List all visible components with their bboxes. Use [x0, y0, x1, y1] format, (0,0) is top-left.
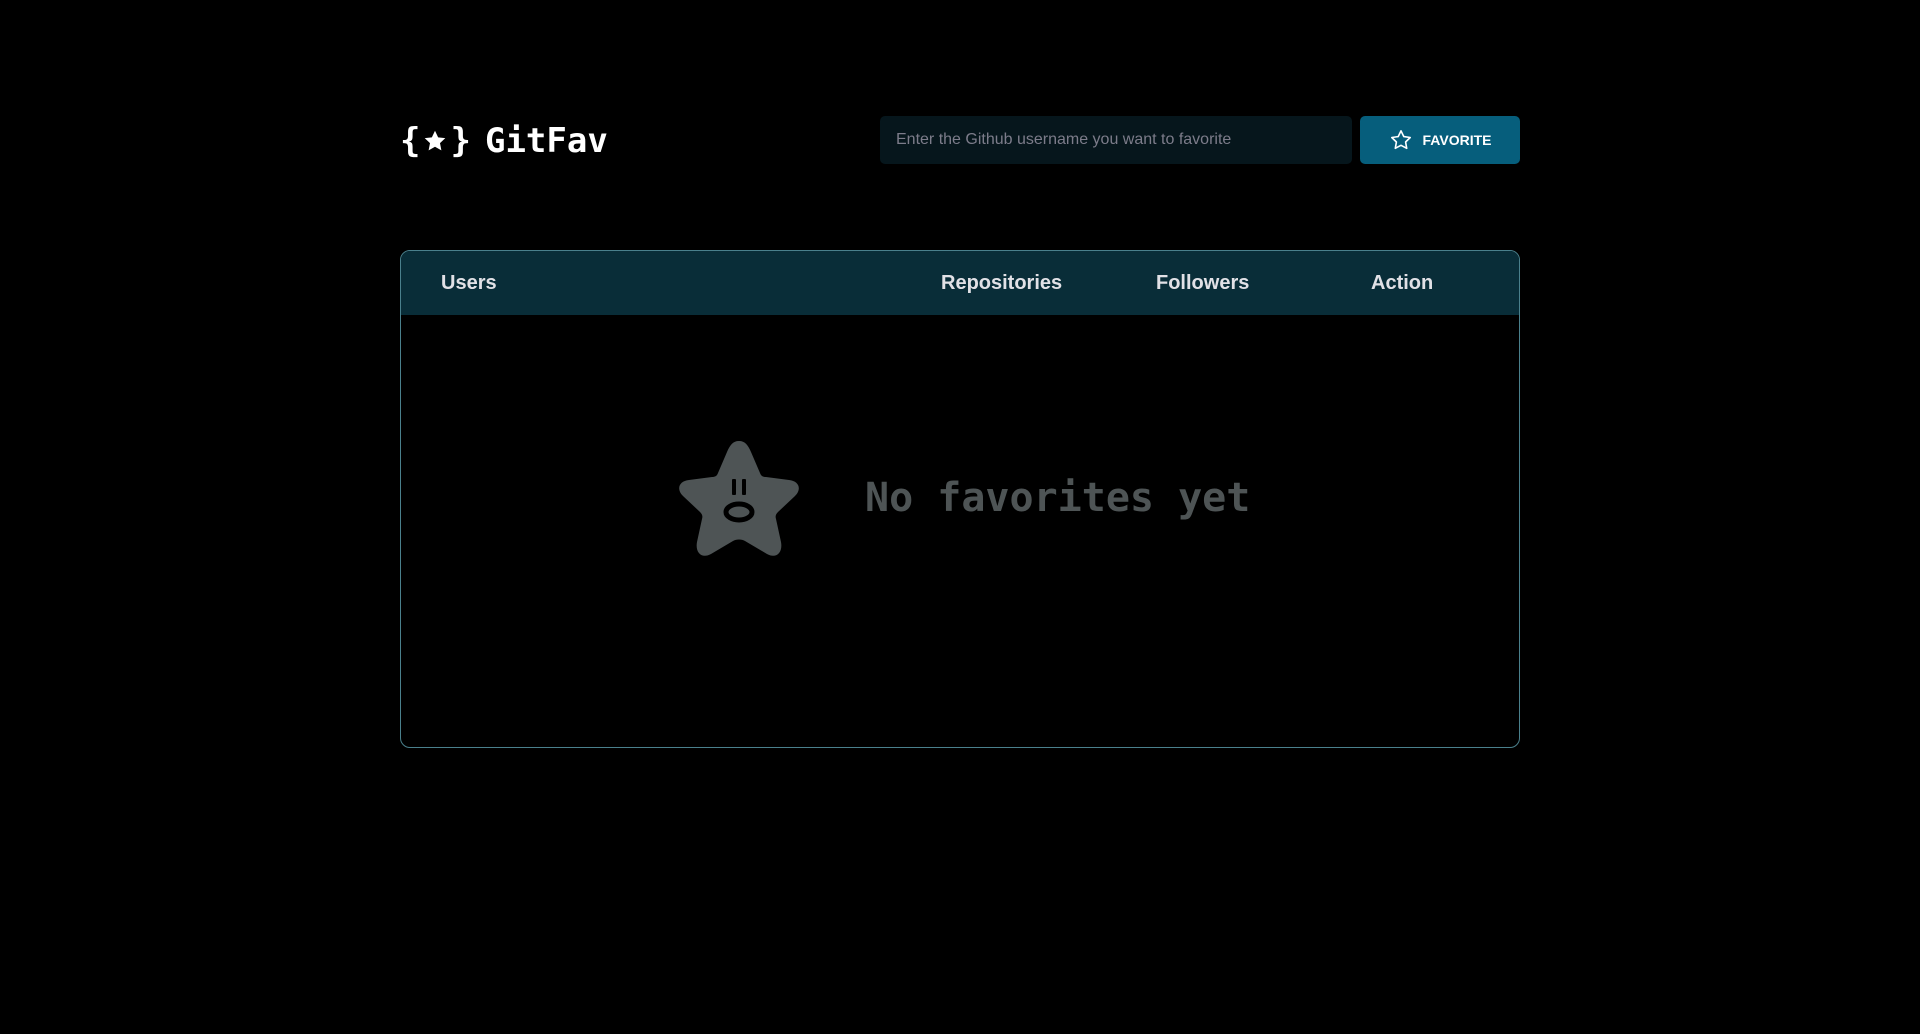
column-header-action: Action: [1371, 272, 1434, 294]
logo-mark: { }: [400, 124, 471, 158]
favorite-button-label: FAVORITE: [1422, 132, 1492, 148]
column-header-followers: Followers: [1156, 272, 1250, 294]
column-header-users: Users: [441, 272, 497, 294]
logo-brace-left: {: [400, 121, 421, 161]
favorite-button[interactable]: FAVORITE: [1360, 116, 1520, 164]
search-bar: FAVORITE: [880, 116, 1520, 164]
app-root: { } GitFav FAVORITE Users Repositories F…: [0, 0, 1920, 1034]
star-icon: [425, 130, 446, 151]
surprised-star-icon: [679, 441, 799, 556]
column-header-repositories: Repositories: [941, 272, 1063, 294]
username-search-input[interactable]: [880, 116, 1352, 164]
favorites-table: Users Repositories Followers Action No f…: [400, 250, 1520, 748]
header: { } GitFav FAVORITE: [400, 114, 1521, 164]
star-outline-icon: [1390, 130, 1411, 150]
logo-text: GitFav: [484, 121, 608, 161]
logo[interactable]: { } GitFav: [400, 124, 608, 158]
empty-state: No favorites yet: [401, 315, 1519, 747]
table-header: Users Repositories Followers Action: [401, 251, 1519, 315]
empty-state-message: No favorites yet: [865, 475, 1251, 521]
logo-brace-right: }: [450, 121, 471, 161]
